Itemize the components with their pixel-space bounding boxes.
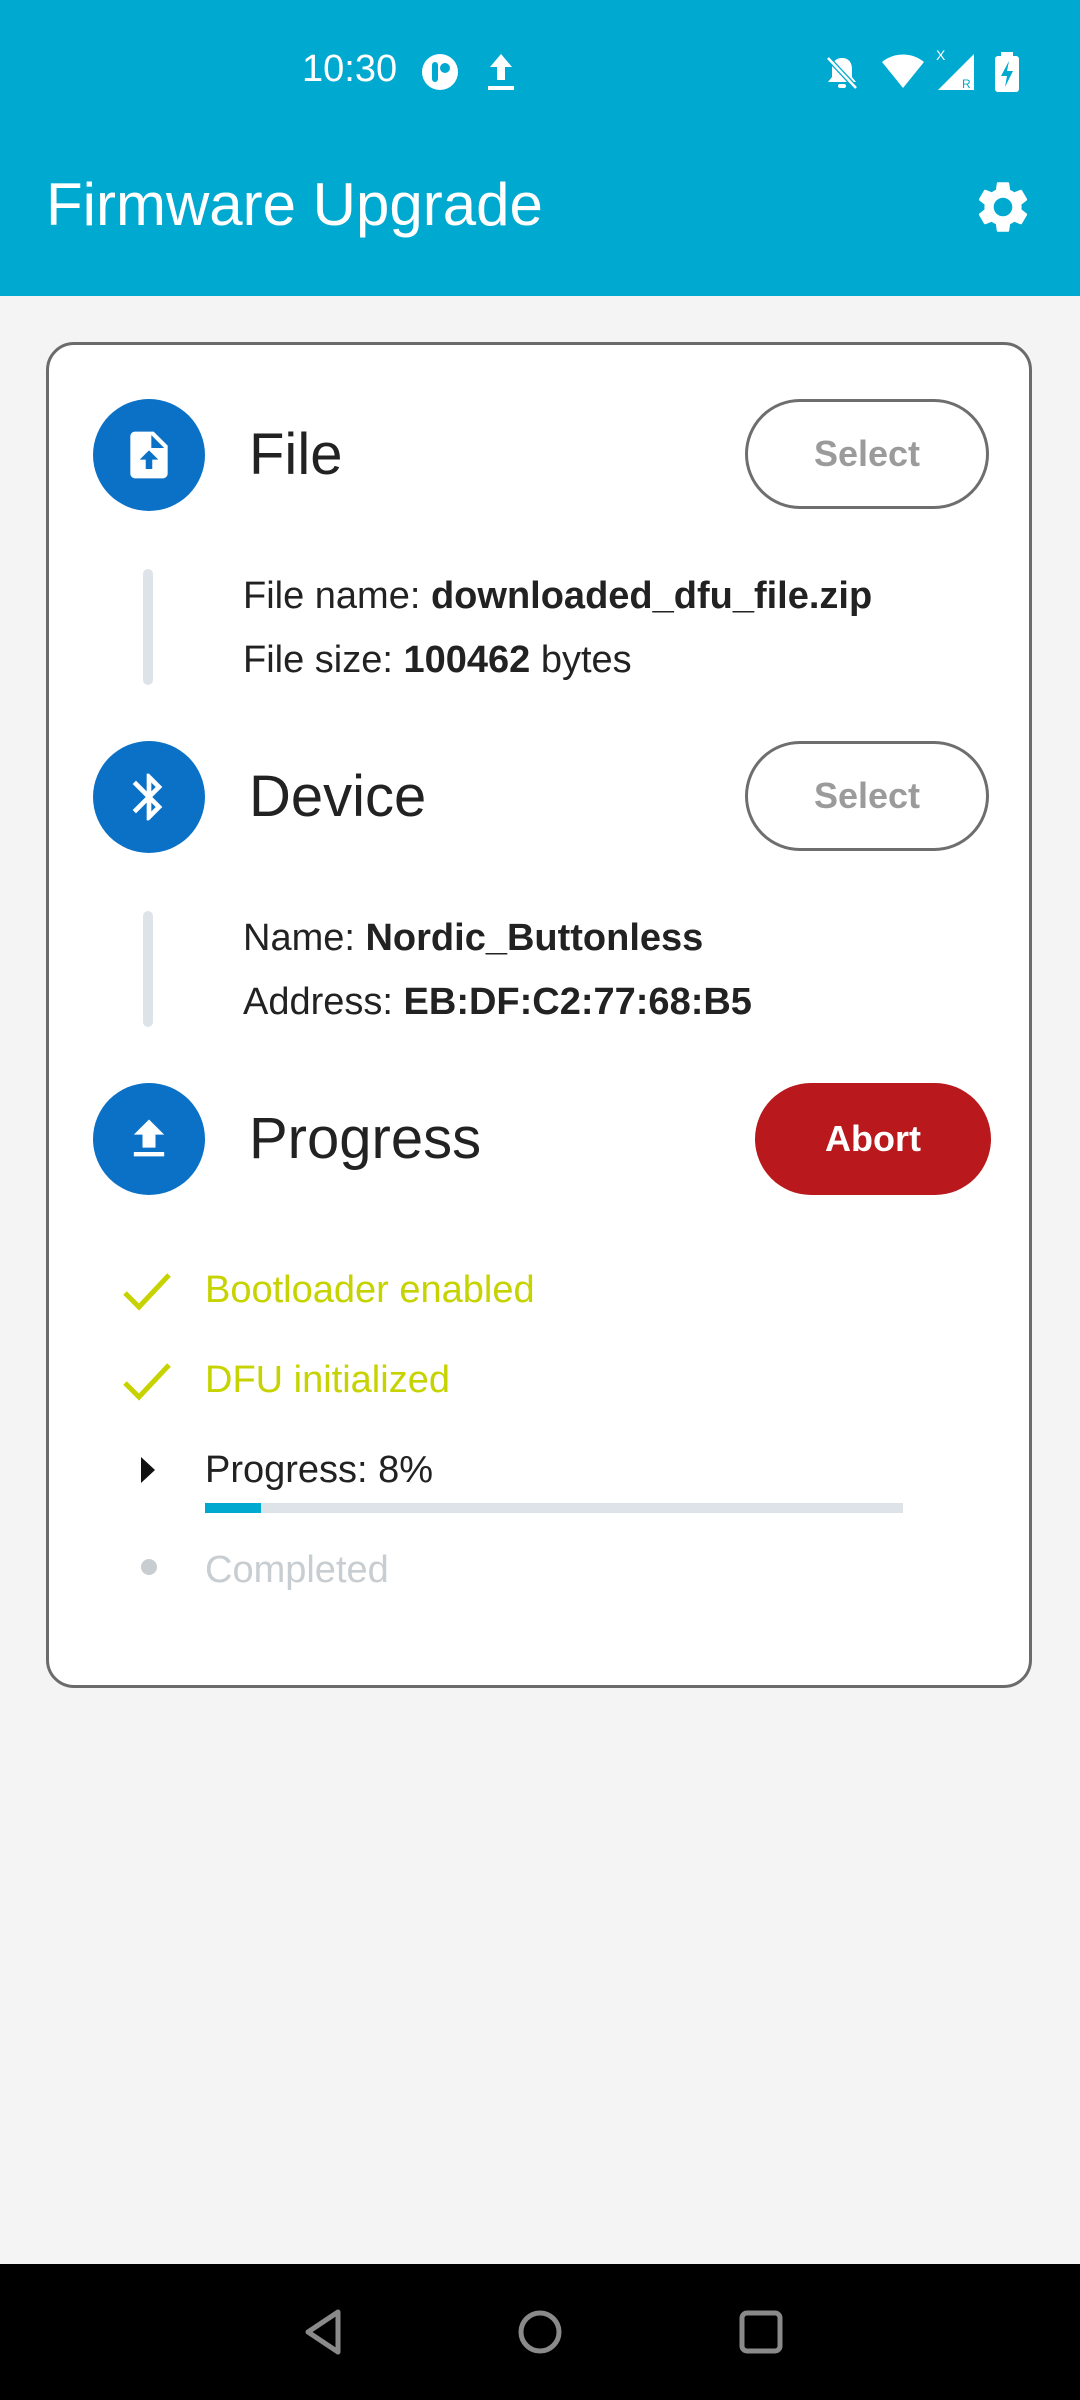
settings-icon[interactable]: [972, 176, 1034, 238]
navigation-bar: [0, 2264, 1080, 2400]
battery-charging-icon: [995, 52, 1019, 92]
app-bar: 10:30 X R Firmware Upgrade: [0, 0, 1080, 296]
file-size-value: 100462: [403, 639, 531, 681]
upload-icon: [488, 54, 514, 90]
dfu-card: File Select File name: downloaded_dfu_fi…: [46, 342, 1032, 1688]
device-step-title: Device: [249, 764, 427, 829]
pending-dot-icon: [141, 1559, 157, 1575]
file-step-badge: [93, 399, 205, 511]
wifi-icon: [882, 54, 924, 88]
file-name-label: File name:: [243, 575, 431, 617]
progress-bar-fill: [205, 1503, 261, 1513]
cell-signal-icon: X R: [936, 47, 974, 91]
dfu-initialized-status: DFU initialized: [205, 1359, 450, 1401]
file-name-row: File name: downloaded_dfu_file.zip: [243, 575, 872, 618]
select-file-button[interactable]: Select: [745, 399, 989, 509]
abort-button[interactable]: Abort: [755, 1083, 991, 1195]
bootloader-enabled-status: Bootloader enabled: [205, 1269, 535, 1311]
svg-text:R: R: [962, 77, 971, 91]
device-step-connector: [143, 911, 153, 1027]
device-name-value: Nordic_Buttonless: [365, 917, 704, 959]
check-icon: [123, 1363, 171, 1401]
progress-step-title: Progress: [249, 1106, 482, 1171]
file-upload-icon: [130, 431, 168, 479]
file-step-title: File: [249, 422, 343, 487]
page-title: Firmware Upgrade: [46, 171, 543, 238]
bluetooth-icon: [132, 773, 163, 821]
home-icon[interactable]: [514, 2304, 566, 2360]
back-icon[interactable]: [298, 2304, 348, 2360]
file-size-row: File size: 100462 bytes: [243, 639, 632, 682]
notifications-off-icon: [826, 56, 858, 90]
progress-bar: [205, 1503, 903, 1513]
select-device-button[interactable]: Select: [745, 741, 989, 851]
device-name-label: Name:: [243, 917, 366, 959]
progress-status: Progress: 8%: [205, 1449, 434, 1491]
device-step-badge: [93, 741, 205, 853]
device-address-value: EB:DF:C2:77:68:B5: [403, 981, 752, 1023]
device-address-row: Address: EB:DF:C2:77:68:B5: [243, 981, 752, 1024]
arrow-right-icon: [141, 1457, 155, 1483]
svg-text:X: X: [936, 47, 946, 63]
upload-icon: [133, 1119, 165, 1157]
file-size-label: File size:: [243, 639, 404, 681]
device-address-label: Address:: [243, 981, 404, 1023]
device-name-row: Name: Nordic_Buttonless: [243, 917, 703, 960]
file-size-unit: bytes: [530, 639, 632, 681]
file-step-connector: [143, 569, 153, 685]
completed-status: Completed: [205, 1549, 389, 1591]
progress-step-badge: [93, 1083, 205, 1195]
recents-icon[interactable]: [736, 2304, 786, 2360]
check-icon: [123, 1273, 171, 1311]
file-name-value: downloaded_dfu_file.zip: [430, 575, 873, 617]
app-notification-icon: [422, 54, 458, 90]
status-time: 10:30: [302, 48, 398, 90]
